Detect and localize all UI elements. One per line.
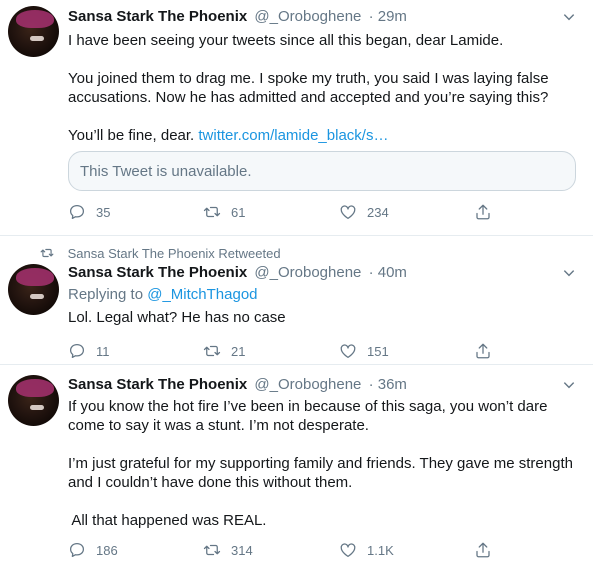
tweet-paragraph: Lol. Legal what? He has no case [68,309,286,326]
tweet-paragraph: All that happened was REAL. [68,512,267,529]
share-icon [476,204,490,220]
like-icon [340,344,356,359]
tweet-actions: 186 314 1.1K [68,540,508,560]
tweet-link[interactable]: twitter.com/lamide_black/s… [198,127,388,144]
tweet-2[interactable]: Sansa Stark The Phoenix Retweeted Sansa … [0,236,593,365]
retweet-icon [203,345,221,357]
more-options-button[interactable] [559,7,579,27]
retweet-count: 21 [231,343,246,359]
reply-count: 35 [96,204,111,220]
tweet-paragraph: I have been seeing your tweets since all… [68,32,504,49]
tweet-last-line: You’ll be fine, dear. [68,127,199,144]
retweet-context: Sansa Stark The Phoenix Retweeted [40,246,281,262]
share-button[interactable] [474,540,502,560]
tweet-actions: 35 61 234 [68,202,508,222]
chevron-down-icon [563,14,575,21]
like-count: 1.1K [367,542,394,558]
reply-count: 186 [96,542,118,558]
like-button[interactable]: 1.1K [339,540,394,560]
tweet-actions: 11 21 151 [68,341,508,361]
replying-to-handle[interactable]: @_MitchThagod [147,286,257,303]
like-icon [340,205,356,220]
tweet-paragraph: If you know the hot fire I’ve been in be… [68,398,548,434]
like-count: 234 [367,204,389,220]
author-name[interactable]: Sansa Stark The Phoenix [68,376,247,393]
reply-icon [69,542,85,558]
tweet-1[interactable]: Sansa Stark The Phoenix @_Oroboghene · 2… [0,0,593,236]
reply-icon [69,343,85,359]
like-icon [340,543,356,558]
author-name[interactable]: Sansa Stark The Phoenix [68,264,247,281]
tweet-text: Lol. Legal what? He has no case [68,308,577,327]
more-options-button[interactable] [559,375,579,395]
retweet-count: 61 [231,204,246,220]
reply-button[interactable]: 186 [68,540,118,560]
tweet-header: Sansa Stark The Phoenix @_Oroboghene · 2… [68,7,543,27]
share-button[interactable] [474,341,502,361]
tweet-paragraph: You joined them to drag me. I spoke my t… [68,70,549,106]
more-options-button[interactable] [559,263,579,283]
timestamp[interactable]: · 29m [369,8,407,25]
timestamp[interactable]: · 36m [369,376,407,393]
author-name[interactable]: Sansa Stark The Phoenix [68,8,247,25]
retweet-button[interactable]: 314 [203,540,253,560]
reply-button[interactable]: 11 [68,341,110,361]
avatar[interactable] [8,264,59,315]
retweet-count: 314 [231,542,253,558]
retweet-button[interactable]: 61 [203,202,245,222]
tweet-header: Sansa Stark The Phoenix @_Oroboghene · 4… [68,263,543,283]
tweet-paragraph: I’m just grateful for my supporting fami… [68,455,573,491]
share-icon [476,542,490,558]
tweet-text: If you know the hot fire I’ve been in be… [68,397,577,530]
reply-count: 11 [96,343,110,359]
author-handle[interactable]: @_Oroboghene [254,376,361,393]
share-icon [476,343,490,359]
tweet-3[interactable]: Sansa Stark The Phoenix @_Oroboghene · 3… [0,365,593,563]
avatar[interactable] [8,6,59,57]
retweet-icon [40,248,54,258]
tweet-paragraph: You’ll be fine, dear. twitter.com/lamide… [68,126,577,145]
replying-to-label: Replying to [68,286,148,303]
share-button[interactable] [474,202,502,222]
chevron-down-icon [563,382,575,389]
like-count: 151 [367,343,389,359]
retweet-button[interactable]: 21 [203,341,245,361]
retweet-icon [203,544,221,556]
reply-icon [69,204,85,220]
author-handle[interactable]: @_Oroboghene [254,8,361,25]
retweet-icon [203,206,221,218]
quoted-tweet-text: This Tweet is unavailable. [80,163,252,180]
chevron-down-icon [563,270,575,277]
timestamp[interactable]: · 40m [369,264,407,281]
reply-button[interactable]: 35 [68,202,110,222]
like-button[interactable]: 151 [339,341,389,361]
quoted-tweet-card[interactable]: This Tweet is unavailable. [68,151,576,191]
like-button[interactable]: 234 [339,202,389,222]
author-handle[interactable]: @_Oroboghene [254,264,361,281]
avatar[interactable] [8,375,59,426]
replying-to: Replying to @_MitchThagod [68,285,258,305]
retweeted-by-label[interactable]: Sansa Stark The Phoenix Retweeted [68,246,281,261]
tweet-text: I have been seeing your tweets since all… [68,31,577,145]
tweet-header: Sansa Stark The Phoenix @_Oroboghene · 3… [68,375,543,395]
